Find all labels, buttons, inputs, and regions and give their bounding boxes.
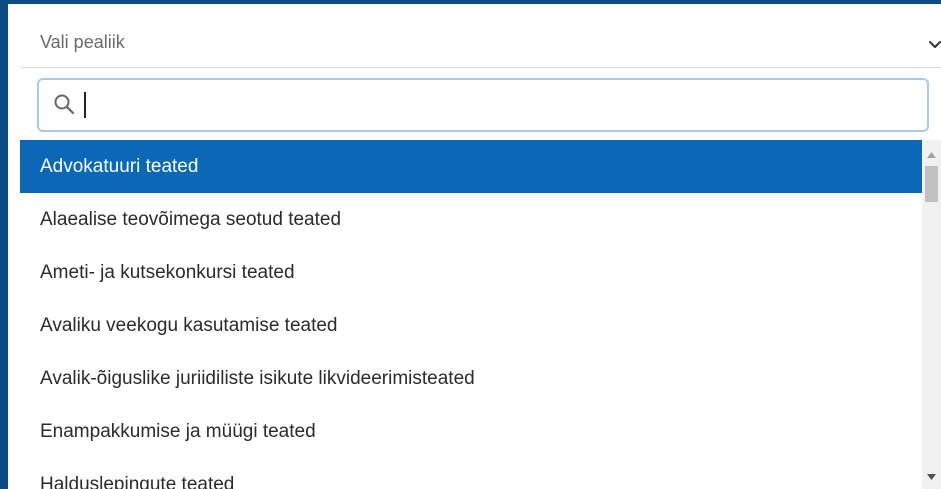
scroll-up-arrow-icon[interactable]: [922, 146, 941, 164]
frame-top-border: [8, 0, 941, 4]
list-item[interactable]: Avaliku veekogu kasutamise teated: [20, 299, 922, 352]
options-list: Advokatuuri teated Alaealise teovõimega …: [20, 140, 922, 489]
list-item[interactable]: Halduslepingute teated: [20, 458, 922, 489]
list-item[interactable]: Alaealise teovõimega seotud teated: [20, 193, 922, 246]
category-select[interactable]: Vali pealiik: [20, 12, 941, 68]
search-input[interactable]: [89, 88, 909, 122]
scrollbar-thumb[interactable]: [925, 166, 938, 202]
list-item[interactable]: Advokatuuri teated: [20, 140, 922, 193]
list-item[interactable]: Ameti- ja kutsekonkursi teated: [20, 246, 922, 299]
list-item[interactable]: Enampakkumise ja müügi teated: [20, 405, 922, 458]
list-item[interactable]: Avalik-õiguslike juriidiliste isikute li…: [20, 352, 922, 405]
select-placeholder: Vali pealiik: [40, 32, 125, 52]
list-scrollbar[interactable]: [922, 140, 941, 489]
frame-left-border: [0, 0, 8, 489]
text-caret: [84, 92, 86, 118]
scroll-down-arrow-icon[interactable]: [922, 468, 941, 486]
search-field[interactable]: [37, 78, 929, 132]
search-icon: [54, 94, 75, 115]
chevron-down-icon[interactable]: [928, 38, 941, 52]
